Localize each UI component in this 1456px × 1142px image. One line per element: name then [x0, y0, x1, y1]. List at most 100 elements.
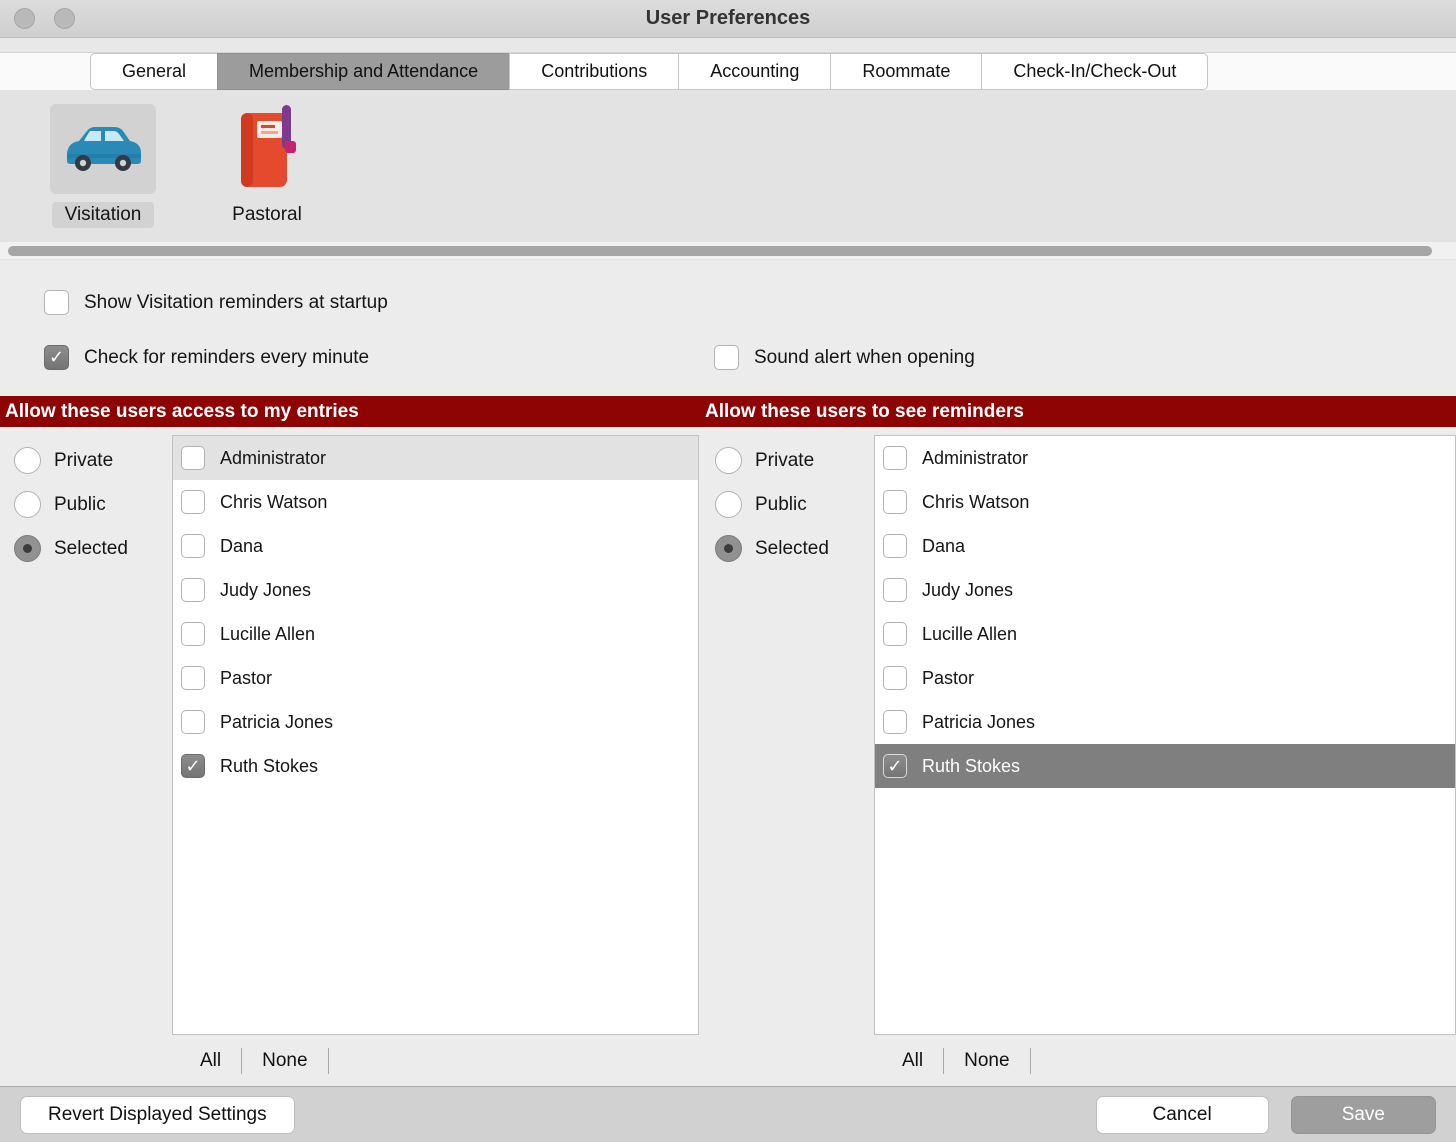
notebook-icon: [227, 103, 307, 195]
reminders-radio-public[interactable]: Public: [715, 491, 874, 518]
check-every-minute-checkbox[interactable]: [44, 345, 69, 370]
list-item[interactable]: Administrator: [173, 436, 698, 480]
reminders-all-button[interactable]: All: [882, 1048, 944, 1074]
section-label-visitation: Visitation: [52, 202, 155, 228]
visitation-icon-box: [50, 104, 156, 194]
radio-private[interactable]: [14, 447, 41, 474]
save-button[interactable]: Save: [1291, 1096, 1436, 1134]
user-checkbox[interactable]: [181, 490, 205, 514]
list-item[interactable]: Pastor: [875, 656, 1455, 700]
user-name: Lucille Allen: [922, 624, 1017, 645]
access-radio-public[interactable]: Public: [14, 491, 172, 518]
revert-displayed-settings-button[interactable]: Revert Displayed Settings: [20, 1096, 295, 1134]
section-item-pastoral[interactable]: Pastoral: [214, 104, 320, 242]
user-name: Patricia Jones: [220, 712, 333, 733]
user-name: Dana: [922, 536, 965, 557]
close-button[interactable]: [14, 8, 35, 29]
list-item[interactable]: Patricia Jones: [173, 700, 698, 744]
reminders-radio-selected[interactable]: Selected: [715, 535, 874, 562]
reminders-user-list: Administrator Chris Watson Dana Judy Jon…: [874, 435, 1456, 1035]
scrollbar-thumb[interactable]: [8, 246, 1432, 256]
user-checkbox[interactable]: [883, 710, 907, 734]
list-item[interactable]: Ruth Stokes: [173, 744, 698, 788]
panel-headers: Allow these users access to my entries A…: [0, 396, 1456, 427]
user-checkbox[interactable]: [883, 446, 907, 470]
radio-private-label: Private: [755, 450, 814, 472]
user-name: Judy Jones: [220, 580, 311, 601]
reminders-none-button[interactable]: None: [944, 1048, 1030, 1074]
access-list-actions: All None: [180, 1048, 699, 1074]
window-title: User Preferences: [646, 7, 811, 30]
user-checkbox[interactable]: [181, 578, 205, 602]
list-item[interactable]: Lucille Allen: [173, 612, 698, 656]
user-checkbox[interactable]: [181, 754, 205, 778]
user-name: Pastor: [922, 668, 974, 689]
user-checkbox[interactable]: [181, 534, 205, 558]
user-checkbox[interactable]: [883, 622, 907, 646]
reminders-panel-header: Allow these users to see reminders: [700, 401, 1024, 423]
user-name: Chris Watson: [220, 492, 327, 513]
user-checkbox[interactable]: [883, 534, 907, 558]
check-every-minute-label: Check for reminders every minute: [84, 347, 369, 369]
list-item[interactable]: Ruth Stokes: [875, 744, 1455, 788]
list-item[interactable]: Pastor: [173, 656, 698, 700]
radio-selected[interactable]: [14, 535, 41, 562]
access-radio-selected[interactable]: Selected: [14, 535, 172, 562]
tab-check-in-check-out[interactable]: Check-In/Check-Out: [981, 53, 1208, 90]
access-panel-header: Allow these users access to my entries: [0, 401, 700, 423]
list-item[interactable]: Lucille Allen: [875, 612, 1455, 656]
tab-contributions[interactable]: Contributions: [509, 53, 679, 90]
user-checkbox[interactable]: [181, 710, 205, 734]
list-item[interactable]: Administrator: [875, 436, 1455, 480]
list-item[interactable]: Dana: [173, 524, 698, 568]
reminders-list-stack: Administrator Chris Watson Dana Judy Jon…: [874, 427, 1456, 1086]
list-item[interactable]: Judy Jones: [875, 568, 1455, 612]
user-checkbox[interactable]: [181, 666, 205, 690]
list-item[interactable]: Chris Watson: [173, 480, 698, 524]
window-controls: [14, 8, 75, 29]
footer-bar: Revert Displayed Settings Cancel Save: [0, 1086, 1456, 1142]
show-reminders-checkbox[interactable]: [44, 290, 69, 315]
user-checkbox[interactable]: [181, 622, 205, 646]
user-checkbox[interactable]: [181, 446, 205, 470]
tab-bar: General Membership and Attendance Contri…: [0, 53, 1456, 90]
tab-membership-and-attendance[interactable]: Membership and Attendance: [217, 53, 510, 90]
user-name: Lucille Allen: [220, 624, 315, 645]
access-all-button[interactable]: All: [180, 1048, 242, 1074]
access-list-stack: Administrator Chris Watson Dana Judy Jon…: [172, 427, 699, 1086]
list-item[interactable]: Chris Watson: [875, 480, 1455, 524]
user-checkbox[interactable]: [883, 754, 907, 778]
access-radio-private[interactable]: Private: [14, 447, 172, 474]
list-item[interactable]: Dana: [875, 524, 1455, 568]
cancel-button[interactable]: Cancel: [1096, 1096, 1269, 1134]
minimize-button[interactable]: [54, 8, 75, 29]
titlebar-substrip: [0, 38, 1456, 53]
access-none-button[interactable]: None: [242, 1048, 328, 1074]
tab-roommate[interactable]: Roommate: [830, 53, 982, 90]
radio-private[interactable]: [715, 447, 742, 474]
reminder-options: Show Visitation reminders at startup Che…: [0, 260, 1456, 396]
user-name: Judy Jones: [922, 580, 1013, 601]
access-user-list: Administrator Chris Watson Dana Judy Jon…: [172, 435, 699, 1035]
user-checkbox[interactable]: [883, 490, 907, 514]
sound-alert-checkbox[interactable]: [714, 345, 739, 370]
radio-selected-label: Selected: [755, 538, 829, 560]
radio-public[interactable]: [715, 491, 742, 518]
tab-accounting[interactable]: Accounting: [678, 53, 831, 90]
radio-public-label: Public: [755, 494, 807, 516]
radio-public[interactable]: [14, 491, 41, 518]
radio-selected[interactable]: [715, 535, 742, 562]
reminders-privacy-radios: Private Public Selected: [699, 427, 874, 1086]
user-name: Dana: [220, 536, 263, 557]
user-checkbox[interactable]: [883, 666, 907, 690]
section-item-visitation[interactable]: Visitation: [50, 104, 156, 242]
user-name: Patricia Jones: [922, 712, 1035, 733]
section-icon-strip: Visitation Pastoral: [0, 90, 1456, 242]
list-item[interactable]: Judy Jones: [173, 568, 698, 612]
horizontal-scrollbar[interactable]: [0, 242, 1456, 260]
reminders-list-actions: All None: [882, 1048, 1456, 1074]
tab-general[interactable]: General: [90, 53, 218, 90]
reminders-radio-private[interactable]: Private: [715, 447, 874, 474]
list-item[interactable]: Patricia Jones: [875, 700, 1455, 744]
user-checkbox[interactable]: [883, 578, 907, 602]
